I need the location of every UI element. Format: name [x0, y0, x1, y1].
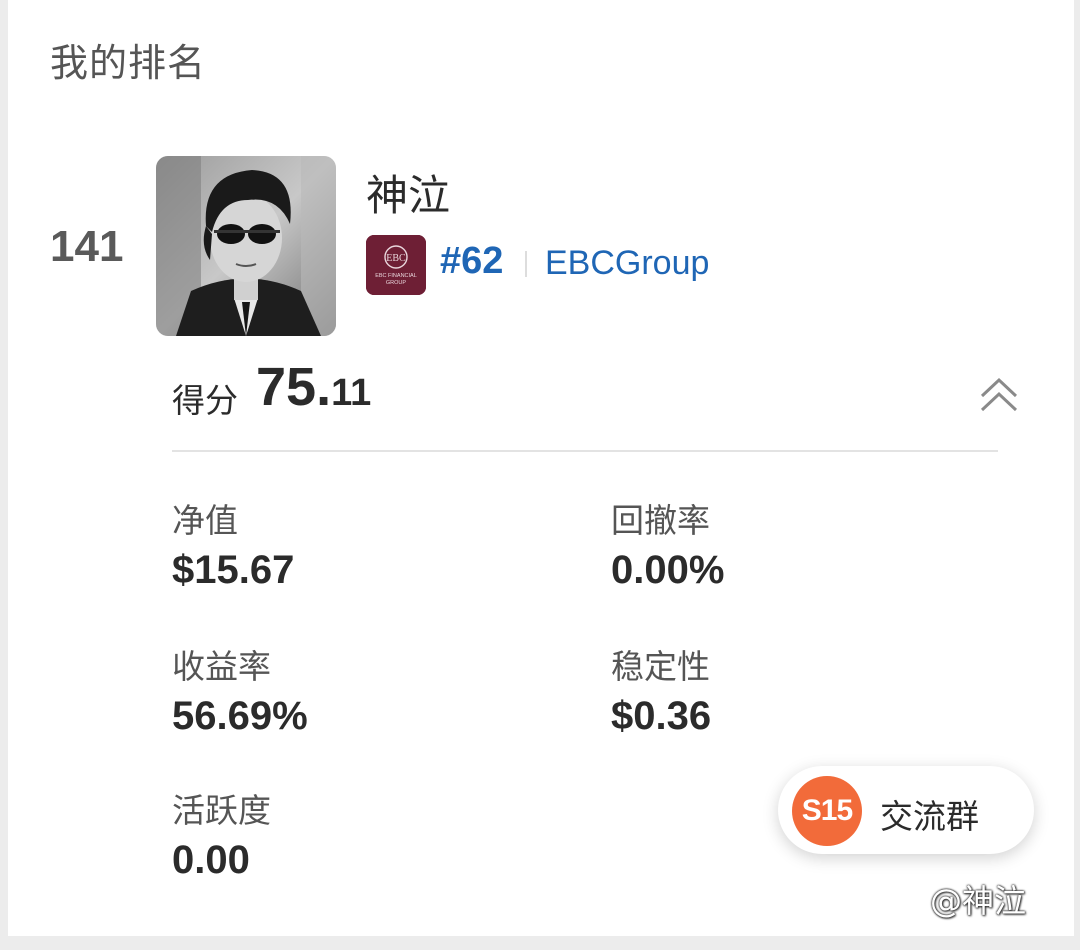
group-chat-label: 交流群 [880, 797, 979, 836]
user-name: 神泣 [366, 171, 451, 220]
frame-bottom-edge [0, 936, 1080, 950]
score-integer: 75. [256, 357, 332, 417]
score-label: 得分 [172, 381, 238, 420]
rank-number: 141 [50, 222, 124, 271]
group-chat-button[interactable]: S15 交流群 [778, 766, 1034, 854]
frame-left-edge [0, 0, 8, 950]
stability-label: 稳定性 [611, 647, 710, 686]
chevron-up-icon[interactable] [976, 372, 1022, 418]
user-avatar[interactable] [156, 156, 336, 336]
svg-text:GROUP: GROUP [386, 280, 407, 286]
net-value-label: 净值 [172, 501, 238, 540]
return-rate-value: 56.69% [172, 694, 308, 738]
section-title: 我的排名 [50, 41, 207, 85]
stability-value: $0.36 [611, 694, 712, 738]
s15-badge-icon: S15 [792, 776, 862, 846]
drawdown-value: 0.00% [611, 548, 725, 592]
svg-text:EBC FINANCIAL: EBC FINANCIAL [375, 273, 417, 279]
return-rate-label: 收益率 [172, 647, 271, 686]
net-value-value: $15.67 [172, 548, 295, 592]
frame-right-edge [1074, 0, 1080, 950]
drawdown-label: 回撤率 [611, 501, 710, 540]
score-value: 75.11 [256, 356, 371, 418]
broker-separator [525, 251, 527, 277]
score-divider [172, 450, 998, 452]
broker-name-link[interactable]: EBCGroup [545, 244, 709, 283]
score-decimal: 11 [331, 372, 372, 414]
ebc-financial-group-logo: EBC EBC FINANCIAL GROUP [366, 235, 426, 295]
activity-label: 活跃度 [172, 791, 271, 830]
broker-rank[interactable]: #62 [440, 240, 503, 283]
activity-value: 0.00 [172, 838, 250, 882]
watermark: @神泣 [930, 882, 1027, 920]
svg-text:EBC: EBC [386, 253, 406, 264]
